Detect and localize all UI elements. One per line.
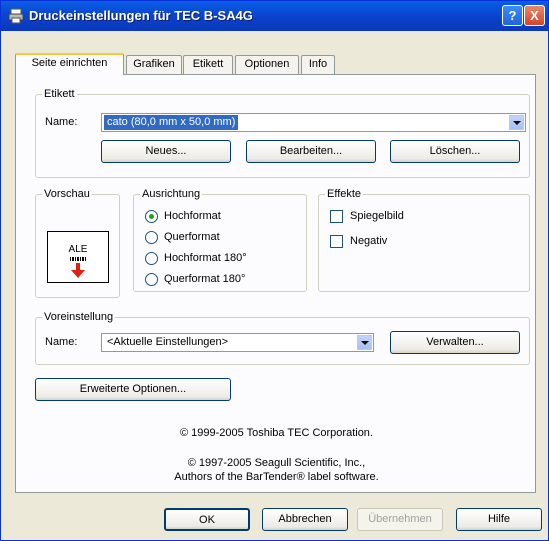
tab-optionen[interactable]: Optionen [235,55,299,74]
preset-name-label: Name: [45,336,78,348]
help-title-button[interactable]: ? [502,5,523,26]
checkbox-negativ[interactable] [330,235,343,248]
copyright-bartender: Authors of the BarTender® label software… [174,471,379,483]
orientation-group-label: Ausrichtung [140,188,203,200]
close-button[interactable]: X [524,5,545,26]
preview-group: Vorschau ALE [35,188,120,298]
tab-grafiken[interactable]: Grafiken [126,55,182,74]
etikett-name-select[interactable]: cato (80,0 mm x 50,0 mm) [101,113,526,132]
radio-querformat[interactable] [145,231,158,244]
preset-group: Voreinstellung Name: <Aktuelle Einstellu… [35,311,530,365]
effects-group: Effekte Spiegelbild Negativ [318,188,530,292]
radio-querformat-180[interactable] [145,273,158,286]
dialog-window: Druckeinstellungen für TEC B-SA4G ? X Se… [0,0,549,541]
new-label-button[interactable]: Neues... [101,140,231,163]
chevron-down-icon[interactable] [509,115,524,130]
window-title: Druckeinstellungen für TEC B-SA4G [29,8,253,23]
orientation-group: Ausrichtung Hochformat Querformat Hochfo… [133,188,307,292]
barcode-arrow-icon [70,257,86,278]
effects-group-label: Effekte [325,188,364,200]
preview-text: ALE [68,244,88,255]
radio-hochformat[interactable] [145,210,158,223]
tab-seite-einrichten[interactable]: Seite einrichten [15,53,124,75]
radio-hochformat-label[interactable]: Hochformat [164,210,221,222]
copyright-seagull: © 1997-2005 Seagull Scientific, Inc., [187,457,366,469]
radio-querformat-label[interactable]: Querformat [164,231,220,243]
delete-label-button[interactable]: Löschen... [390,140,520,163]
radio-querformat-180-label[interactable]: Querformat 180° [164,273,245,285]
copyright-toshiba: © 1999-2005 Toshiba TEC Corporation. [180,427,373,439]
printer-icon [8,8,24,24]
preview-group-label: Vorschau [42,188,92,200]
tab-etikett[interactable]: Etikett [183,55,233,74]
help-button[interactable]: Hilfe [456,508,542,531]
checkbox-negativ-label[interactable]: Negativ [350,235,387,247]
etikett-group: Etikett Name: cato (80,0 mm x 50,0 mm) N… [35,88,530,178]
radio-hochformat-180-label[interactable]: Hochformat 180° [164,252,247,264]
label-preview: ALE [47,231,109,283]
preset-name-value: <Aktuelle Einstellungen> [107,336,229,348]
title-bar[interactable]: Druckeinstellungen für TEC B-SA4G ? X [1,1,548,31]
etikett-group-label: Etikett [42,88,77,100]
edit-label-button[interactable]: Bearbeiten... [246,140,376,163]
cancel-button[interactable]: Abbrechen [262,508,348,531]
ok-button[interactable]: OK [164,508,250,531]
chevron-down-icon[interactable] [357,335,372,350]
radio-hochformat-180[interactable] [145,252,158,265]
preset-group-label: Voreinstellung [42,311,116,323]
etikett-name-value: cato (80,0 mm x 50,0 mm) [104,115,239,130]
apply-button[interactable]: Übernehmen [357,508,443,531]
manage-presets-button[interactable]: Verwalten... [390,331,520,354]
tab-panel: Etikett Name: cato (80,0 mm x 50,0 mm) N… [15,74,536,493]
etikett-name-label: Name: [45,116,78,128]
advanced-options-button[interactable]: Erweiterte Optionen... [35,378,231,401]
checkbox-spiegelbild[interactable] [330,210,343,223]
tab-info[interactable]: Info [301,55,335,74]
checkbox-spiegelbild-label[interactable]: Spiegelbild [350,210,404,222]
preset-name-select[interactable]: <Aktuelle Einstellungen> [101,333,374,352]
